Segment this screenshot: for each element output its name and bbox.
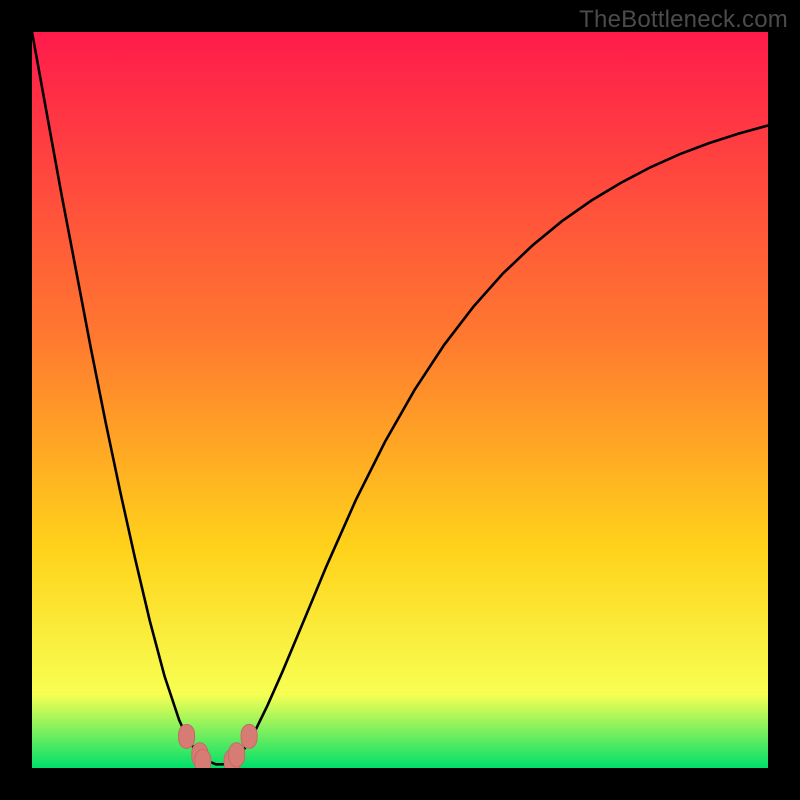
curve-marker xyxy=(195,749,211,768)
watermark-text: TheBottleneck.com xyxy=(579,6,788,34)
gradient-background xyxy=(32,32,768,768)
plot-area xyxy=(32,32,768,768)
curve-marker xyxy=(229,743,245,767)
curve-marker xyxy=(179,724,195,748)
curve-marker xyxy=(241,724,257,748)
chart-svg xyxy=(32,32,768,768)
chart-container: TheBottleneck.com xyxy=(0,0,800,800)
